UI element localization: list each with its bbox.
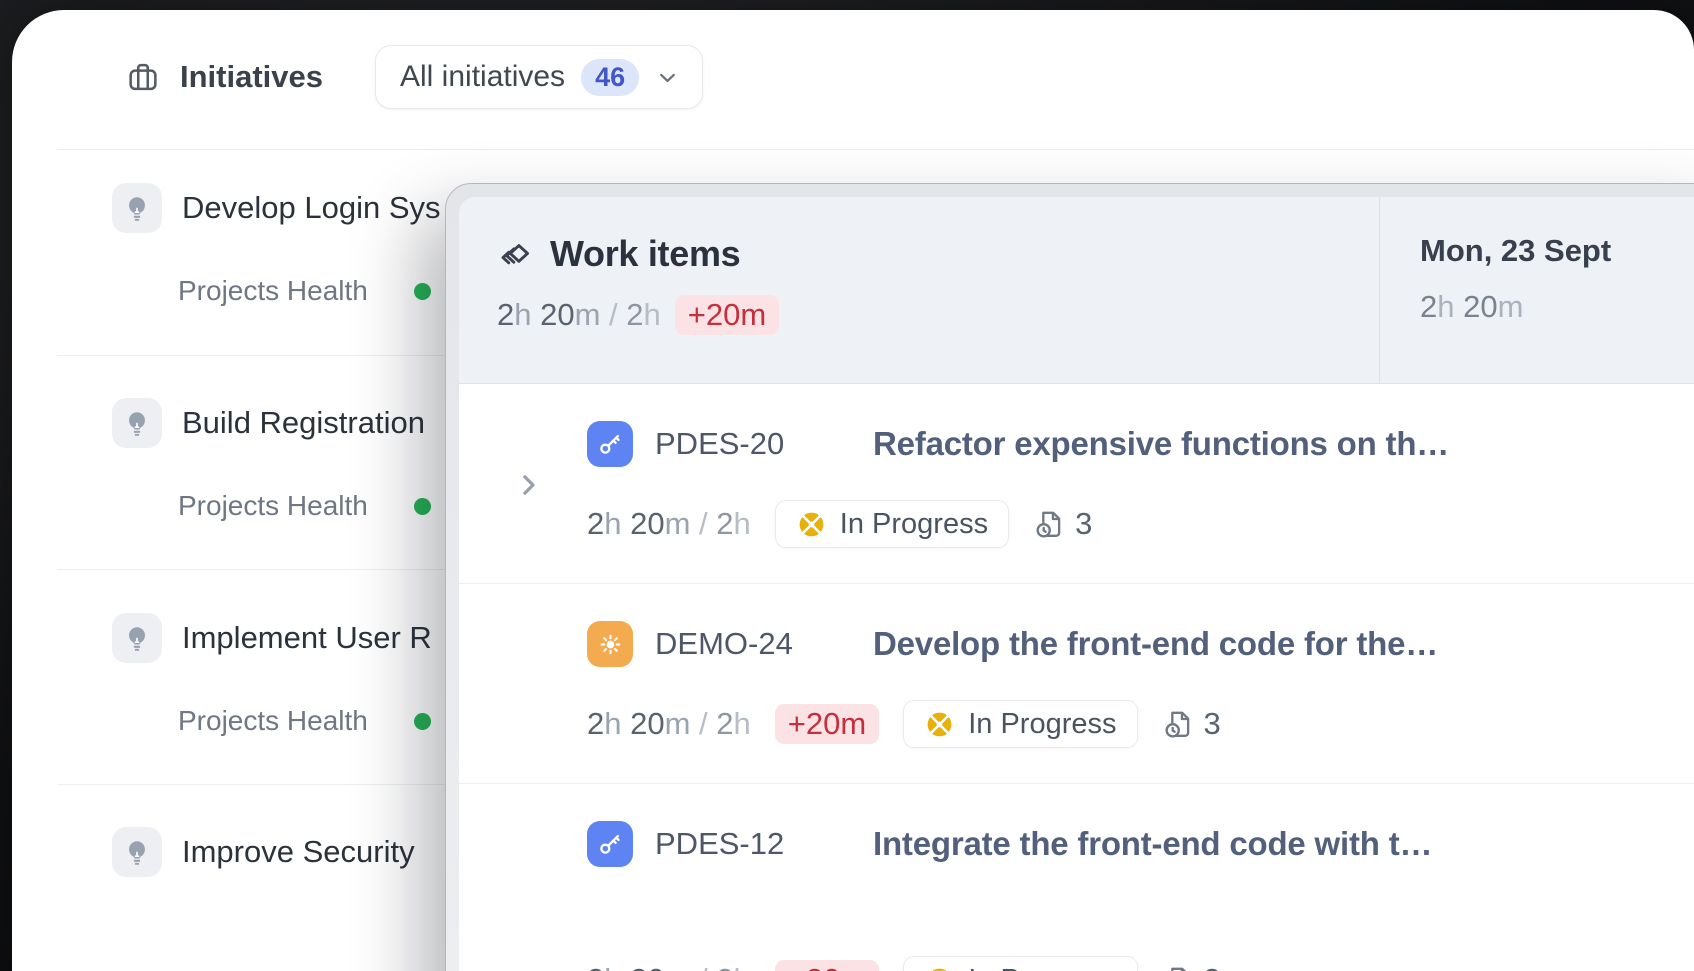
initiative-title: Improve Security bbox=[182, 834, 415, 870]
screenshot-canvas: Initiatives All initiatives 46 bbox=[0, 0, 1694, 971]
initiative-health: Projects Health bbox=[178, 491, 431, 521]
work-item-id: PDES-20 bbox=[655, 426, 851, 462]
work-item-title: Refactor expensive functions on th… bbox=[873, 425, 1449, 463]
work-items-summary: Work items 2h 20m / 2h +20m bbox=[459, 197, 1380, 383]
initiative-title: Implement User R bbox=[182, 620, 432, 656]
day-label: Mon, 23 Sept bbox=[1420, 233, 1611, 269]
work-item-id: DEMO-24 bbox=[655, 626, 851, 662]
time-log-icon bbox=[1162, 964, 1195, 971]
initiative-title: Build Registration bbox=[182, 405, 425, 441]
work-item-row[interactable]: PDES-12 Integrate the front-end code wit… bbox=[459, 784, 1694, 971]
overage-badge: +20m bbox=[675, 295, 779, 335]
overage-badge: +20m bbox=[775, 704, 879, 744]
initiatives-filter-dropdown[interactable]: All initiatives 46 bbox=[375, 45, 703, 109]
total-time-row: 2h 20m / 2h +20m bbox=[497, 295, 1379, 335]
initiative-row[interactable]: Improve Security bbox=[112, 826, 415, 878]
overage-badge: +20m bbox=[775, 960, 879, 971]
work-item-title: Integrate the front-end code with t… bbox=[873, 825, 1432, 863]
page-title: Initiatives bbox=[180, 59, 323, 95]
lightbulb-icon bbox=[112, 183, 162, 233]
work-items-header: Work items 2h 20m / 2h +20m Mon, 23 Sept… bbox=[459, 197, 1694, 384]
initiative-row[interactable]: Build Registration bbox=[112, 397, 425, 449]
time-log-icon bbox=[1162, 708, 1195, 741]
filter-label: All initiatives bbox=[400, 60, 565, 94]
time-log-counter[interactable]: 3 bbox=[1033, 506, 1092, 542]
sun-icon bbox=[587, 621, 633, 667]
work-item-id: PDES-12 bbox=[655, 826, 851, 862]
panel-title: Work items bbox=[550, 233, 740, 275]
lightbulb-icon bbox=[112, 398, 162, 448]
health-label: Projects Health bbox=[178, 490, 368, 522]
status-label: In Progress bbox=[840, 508, 988, 541]
status-wheel-icon bbox=[796, 509, 827, 540]
initiatives-header: Initiatives bbox=[124, 58, 323, 96]
status-badge[interactable]: In Progress bbox=[903, 956, 1137, 971]
status-wheel-icon bbox=[924, 965, 955, 971]
key-icon bbox=[587, 821, 633, 867]
briefcase-icon bbox=[124, 58, 162, 96]
time-log-counter[interactable]: 3 bbox=[1162, 706, 1221, 742]
key-icon bbox=[587, 421, 633, 467]
status-label: In Progress bbox=[968, 708, 1116, 741]
work-item-title: Develop the front-end code for the… bbox=[873, 625, 1438, 663]
day-total-time: 2h 20m bbox=[1420, 289, 1611, 325]
divider bbox=[57, 569, 459, 570]
time-log-count: 3 bbox=[1204, 706, 1221, 742]
lightbulb-icon bbox=[112, 827, 162, 877]
time-log-count: 3 bbox=[1204, 962, 1221, 971]
work-item-row[interactable]: PDES-20 Refactor expensive functions on … bbox=[459, 384, 1694, 584]
work-items-list: PDES-20 Refactor expensive functions on … bbox=[459, 384, 1694, 971]
work-item-row[interactable]: DEMO-24 Develop the front-end code for t… bbox=[459, 584, 1694, 784]
divider bbox=[57, 355, 459, 356]
work-item-time: 2h 20m / 2h bbox=[587, 506, 751, 542]
initiative-row[interactable]: Develop Login Sys bbox=[112, 182, 441, 234]
time-log-count: 3 bbox=[1075, 506, 1092, 542]
chevron-right-icon[interactable] bbox=[513, 470, 543, 500]
divider bbox=[57, 784, 459, 785]
status-label: In Progress bbox=[968, 964, 1116, 971]
work-item-time: 2h 20m / 2h bbox=[587, 962, 751, 971]
status-badge[interactable]: In Progress bbox=[903, 700, 1137, 748]
health-status-dot bbox=[414, 283, 431, 300]
day-column-header: Mon, 23 Sept 2h 20m bbox=[1380, 197, 1611, 383]
time-log-icon bbox=[1033, 508, 1066, 541]
app-header: Initiatives All initiatives 46 bbox=[124, 44, 703, 110]
chevron-down-icon bbox=[655, 65, 680, 90]
work-items-panel: Work items 2h 20m / 2h +20m Mon, 23 Sept… bbox=[445, 183, 1694, 971]
health-label: Projects Health bbox=[178, 275, 368, 307]
health-status-dot bbox=[414, 713, 431, 730]
status-badge[interactable]: In Progress bbox=[775, 500, 1009, 548]
lightbulb-icon bbox=[112, 613, 162, 663]
work-item-time: 2h 20m / 2h bbox=[587, 706, 751, 742]
initiative-row[interactable]: Implement User R bbox=[112, 612, 432, 664]
health-status-dot bbox=[414, 498, 431, 515]
header-divider bbox=[57, 149, 1694, 150]
initiative-health: Projects Health bbox=[178, 706, 431, 736]
initiative-title: Develop Login Sys bbox=[182, 190, 441, 226]
health-label: Projects Health bbox=[178, 705, 368, 737]
initiative-health: Projects Health bbox=[178, 276, 431, 306]
time-spent-vs-planned: 2h 20m / 2h bbox=[497, 297, 661, 333]
stack-icon bbox=[497, 236, 534, 273]
status-wheel-icon bbox=[924, 709, 955, 740]
filter-count-badge: 46 bbox=[581, 59, 639, 96]
work-items-panel-content: Work items 2h 20m / 2h +20m Mon, 23 Sept… bbox=[459, 197, 1694, 971]
time-log-counter[interactable]: 3 bbox=[1162, 962, 1221, 971]
